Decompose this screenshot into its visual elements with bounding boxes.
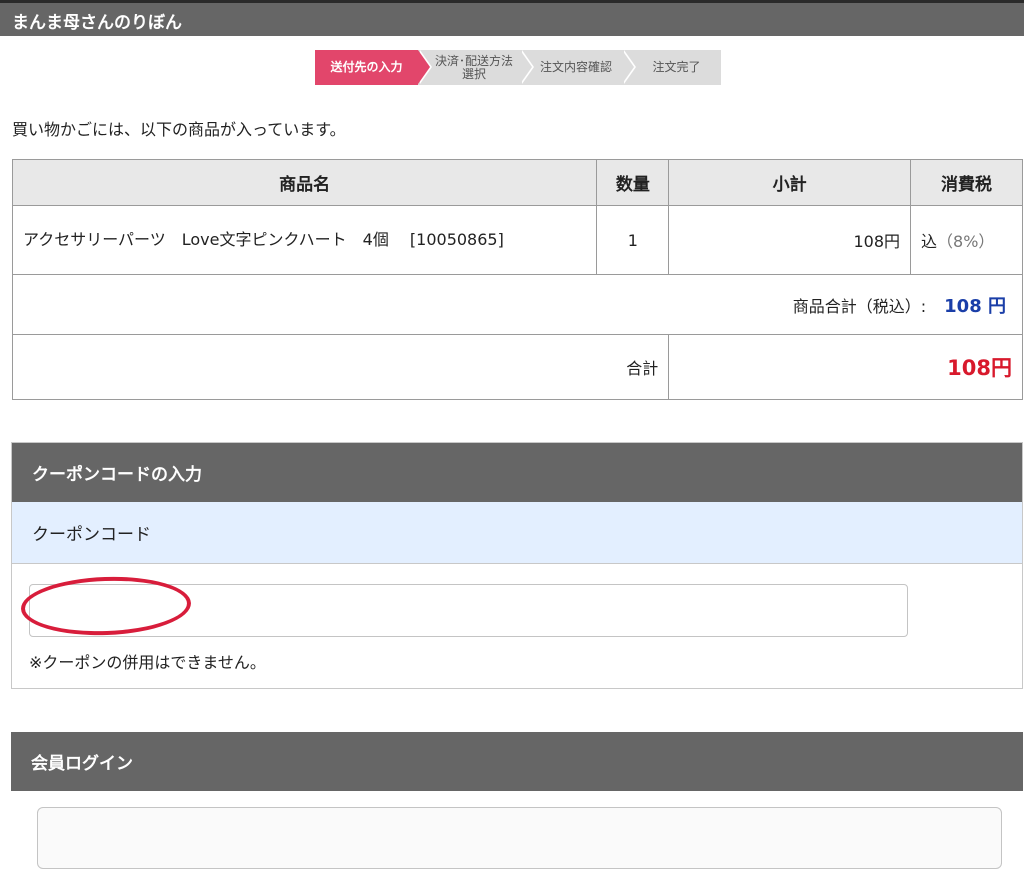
product-quantity: 1 <box>596 205 670 275</box>
header-product-name: 商品名 <box>11 159 598 206</box>
coupon-code-label: クーポンコード <box>12 502 1022 564</box>
coupon-note: ※クーポンの併用はできません。 <box>29 653 266 672</box>
header-tax: 消費税 <box>910 159 1023 206</box>
cart-header-row: 商品名 数量 小計 消費税 <box>11 159 1023 206</box>
product-total-value: 108 円 <box>944 295 1006 317</box>
table-row: アクセサリーパーツ Love文字ピンクハート 4個 [10050865] 1 1… <box>11 205 1023 275</box>
tax-rate: （8%） <box>937 232 995 251</box>
grand-total-label: 合計 <box>11 334 670 400</box>
product-total-cell: 商品合計（税込）: 108 円 <box>12 274 1023 335</box>
step-label: 注文完了 <box>652 60 701 74</box>
step-shipping-address: 送付先の入力 <box>315 50 432 85</box>
step-payment-delivery: 決済･配送方法 選択 <box>418 50 534 85</box>
login-button[interactable] <box>37 807 1002 869</box>
product-total-label: 商品合計（税込）: <box>792 296 927 316</box>
coupon-panel-title: クーポンコードの入力 <box>12 443 1022 502</box>
member-login-title: 会員ログイン <box>11 732 1023 791</box>
product-tax: 込（8%） <box>910 205 1023 275</box>
step-label: 決済･配送方法 選択 <box>434 53 513 81</box>
step-order-complete: 注文完了 <box>622 50 721 85</box>
checkout-steps: 送付先の入力 決済･配送方法 選択 注文内容確認 注文完了 <box>315 50 721 85</box>
product-subtotal: 108円 <box>668 205 912 275</box>
tax-included: 込 <box>921 232 938 251</box>
coupon-panel: クーポンコードの入力 クーポンコード ※クーポンの併用はできません。 <box>11 442 1023 689</box>
shop-name[interactable]: まんま母さんのりぼん <box>12 8 182 33</box>
step-label: 送付先の入力 <box>330 60 403 74</box>
member-login-panel: 会員ログイン <box>11 732 1023 869</box>
shop-header: まんま母さんのりぼん <box>0 0 1024 36</box>
grand-total-value: 108円 <box>668 334 1023 400</box>
cart-table: 商品名 数量 小計 消費税 アクセサリーパーツ Love文字ピンクハート 4個 … <box>11 159 1023 400</box>
header-quantity: 数量 <box>596 159 670 206</box>
product-total-row: 商品合計（税込）: 108 円 <box>12 274 1023 335</box>
step-order-confirm: 注文内容確認 <box>520 50 636 85</box>
product-name: アクセサリーパーツ Love文字ピンクハート 4個 [10050865] <box>11 205 598 275</box>
grand-total-row: 合計 108円 <box>11 334 1023 400</box>
cart-intro-text: 買い物かごには、以下の商品が入っています。 <box>12 120 346 139</box>
step-label: 注文内容確認 <box>539 60 612 74</box>
header-subtotal: 小計 <box>668 159 912 206</box>
